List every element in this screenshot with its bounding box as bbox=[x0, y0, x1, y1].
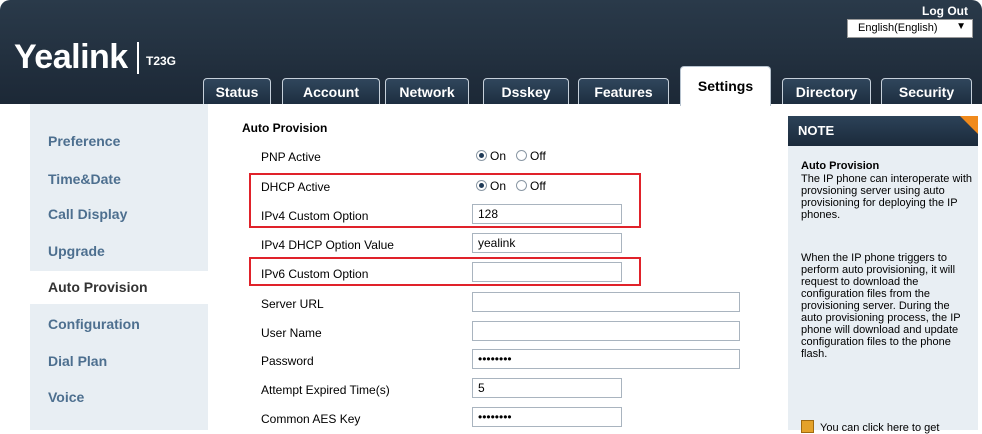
note-paragraph-1: The IP phone can interoperate with provs… bbox=[801, 173, 973, 221]
radio-label: Off bbox=[530, 149, 546, 163]
tab-settings[interactable]: Settings bbox=[680, 66, 771, 106]
tab-directory[interactable]: Directory bbox=[782, 78, 871, 104]
server-url-label: Server URL bbox=[261, 297, 324, 311]
highlight-box-dhcp-ipv4 bbox=[249, 173, 641, 228]
note-title: Auto Provision bbox=[801, 160, 880, 172]
note-link[interactable]: You can click here to get bbox=[801, 420, 939, 434]
server-url-input[interactable] bbox=[472, 292, 740, 312]
radio-selected-icon bbox=[476, 150, 487, 161]
header: Yealink T23G Log Out English(English) ▼ … bbox=[0, 0, 982, 106]
highlight-box-ipv6 bbox=[249, 257, 641, 286]
language-value: English(English) bbox=[858, 22, 938, 34]
tab-dsskey[interactable]: Dsskey bbox=[483, 78, 569, 104]
user-name-label: User Name bbox=[261, 326, 322, 340]
tab-network[interactable]: Network bbox=[385, 78, 469, 104]
tab-features[interactable]: Features bbox=[578, 78, 669, 104]
sidebar-item-upgrade[interactable]: Upgrade bbox=[48, 243, 105, 259]
radio-label: On bbox=[490, 149, 507, 163]
note-header: NOTE bbox=[788, 116, 978, 146]
note-panel: NOTE Auto Provision The IP phone can int… bbox=[788, 116, 978, 434]
language-select[interactable]: English(English) ▼ bbox=[847, 19, 973, 38]
password-input[interactable]: •••••••• bbox=[472, 349, 740, 369]
section-title: Auto Provision bbox=[242, 121, 328, 135]
password-label: Password bbox=[261, 354, 314, 368]
sidebar-item-preference[interactable]: Preference bbox=[48, 133, 120, 149]
note-header-label: NOTE bbox=[798, 123, 835, 138]
sidebar-item-auto-provision[interactable]: Auto Provision bbox=[48, 279, 148, 295]
user-name-input[interactable] bbox=[472, 321, 740, 341]
logout-link[interactable]: Log Out bbox=[922, 4, 968, 18]
note-corner-icon bbox=[960, 116, 978, 134]
tab-account[interactable]: Account bbox=[282, 78, 380, 104]
attempt-expired-time-input[interactable]: 5 bbox=[472, 378, 622, 398]
dropdown-arrow-icon: ▼ bbox=[956, 21, 966, 32]
logo-divider bbox=[137, 42, 139, 74]
tab-status[interactable]: Status bbox=[203, 78, 271, 104]
pnp-active-off-radio[interactable]: Off bbox=[516, 149, 546, 163]
sidebar bbox=[30, 104, 208, 430]
model-label: T23G bbox=[146, 54, 177, 68]
sidebar-item-time-date[interactable]: Time&Date bbox=[48, 171, 121, 187]
ipv4-dhcp-option-value-label: IPv4 DHCP Option Value bbox=[261, 238, 394, 252]
note-paragraph-2: When the IP phone triggers to perform au… bbox=[801, 252, 961, 360]
sidebar-item-call-display[interactable]: Call Display bbox=[48, 206, 127, 222]
ipv4-dhcp-option-value-input[interactable]: yealink bbox=[472, 233, 622, 253]
pnp-active-on-radio[interactable]: On bbox=[476, 149, 506, 163]
help-book-icon bbox=[801, 420, 814, 433]
pnp-active-label: PNP Active bbox=[261, 150, 321, 164]
radio-unselected-icon bbox=[516, 150, 527, 161]
sidebar-item-configuration[interactable]: Configuration bbox=[48, 316, 140, 332]
sidebar-item-dial-plan[interactable]: Dial Plan bbox=[48, 353, 107, 369]
sidebar-item-voice[interactable]: Voice bbox=[48, 389, 84, 405]
common-aes-key-label: Common AES Key bbox=[261, 412, 361, 426]
attempt-expired-time-label: Attempt Expired Time(s) bbox=[261, 383, 390, 397]
yealink-logo: Yealink bbox=[14, 38, 128, 76]
tab-security[interactable]: Security bbox=[881, 78, 972, 104]
common-aes-key-input[interactable]: •••••••• bbox=[472, 407, 622, 427]
note-link-text: You can click here to get bbox=[820, 422, 940, 434]
